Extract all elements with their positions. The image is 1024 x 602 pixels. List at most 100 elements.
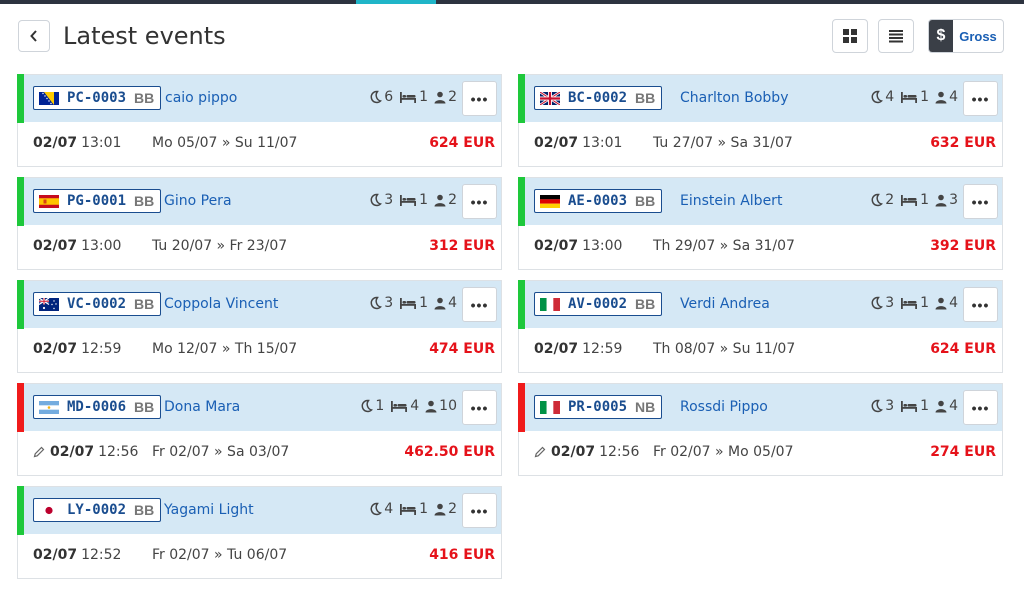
board-type: BB [134,90,155,106]
moon-icon [870,296,884,310]
event-time: 12:59 [582,341,623,357]
board-type: BB [635,193,656,209]
guest-name-link[interactable]: Yagami Light [164,502,254,518]
more-options-button[interactable]: ••• [462,493,497,528]
booking-code-badge[interactable]: MD-0006 BB [33,395,162,419]
more-options-button[interactable]: ••• [963,390,998,425]
guest-name-link[interactable]: Charlton Bobby [680,90,788,106]
moon-icon [369,193,383,207]
event-card[interactable]: AE-0003 BB Einstein Albert 2 1 3 ••• 02/… [518,177,1003,270]
event-card-body: 02/07 13:00 Tu 20/07 » Fr 23/07 312 EUR [18,225,501,269]
event-card[interactable]: LY-0002 BB Yagami Light 4 1 2 ••• 02/07 … [17,486,502,579]
event-card[interactable]: PG-0001 BB Gino Pera 3 1 2 ••• 02/07 13:… [17,177,502,270]
guest-name-link[interactable]: caio pippo [165,90,237,106]
booking-code-badge[interactable]: PG-0001 BB [33,189,162,213]
more-options-button[interactable]: ••• [963,81,998,116]
stay-range: Th 08/07 » Su 11/07 [653,341,796,357]
more-options-button[interactable]: ••• [462,184,497,219]
nights-count: 2 [885,192,895,208]
booking-stats: 1 4 10 [360,398,457,414]
board-type: BB [134,193,155,209]
event-date: 02/07 [50,444,95,460]
event-card[interactable]: PC-0003 BB caio pippo 6 1 2 ••• 02/07 13… [17,74,502,167]
event-card[interactable]: AV-0002 BB Verdi Andrea 3 1 4 ••• 02/07 … [518,280,1003,373]
guest-name-link[interactable]: Gino Pera [164,193,232,209]
guest-name-link[interactable]: Rossdi Pippo [680,399,768,415]
moon-icon [870,399,884,413]
booking-code-badge[interactable]: BC-0002 BB [534,86,663,110]
gross-toggle-button[interactable]: $ Gross [928,19,1004,53]
guests-count: 2 [448,192,457,208]
more-options-button[interactable]: ••• [462,287,497,322]
event-timestamp: 02/07 12:56 [33,444,138,460]
booking-code-badge[interactable]: LY-0002 BB [33,498,162,522]
event-time: 12:56 [98,444,139,460]
guests-count: 10 [439,398,457,414]
chevron-left-icon [30,30,37,42]
event-date: 02/07 [33,341,78,357]
guests-count: 3 [949,192,958,208]
booking-code-badge[interactable]: AV-0002 BB [534,292,663,316]
person-icon [434,297,446,310]
booking-price: 632 EUR [930,135,996,151]
booking-price: 312 EUR [429,238,495,254]
event-timestamp: 02/07 13:00 [33,238,121,254]
more-options-button[interactable]: ••• [963,184,998,219]
board-type: BB [635,90,656,106]
nights-count: 4 [384,501,394,517]
dollar-icon: $ [929,20,953,52]
booking-code: AV-0002 [568,296,628,312]
status-stripe [17,280,24,329]
moon-icon [360,399,374,413]
nights-count: 6 [384,89,394,105]
booking-code-badge[interactable]: AE-0003 BB [534,189,663,213]
pencil-icon [33,446,45,458]
event-card[interactable]: VC-0002 BB Coppola Vincent 3 1 4 ••• 02/… [17,280,502,373]
rooms-count: 1 [920,398,930,414]
booking-code: AE-0003 [568,193,628,209]
event-card[interactable]: MD-0006 BB Dona Mara 1 4 10 ••• 02/07 12… [17,383,502,476]
booking-stats: 4 1 2 [369,501,457,517]
guests-count: 4 [949,89,958,105]
spain-flag-icon [39,194,59,208]
japan-flag-icon [39,503,59,517]
list-icon [889,30,903,43]
booking-stats: 3 1 4 [369,295,457,311]
bosnia-flag-icon [39,91,59,105]
booking-price: 392 EUR [930,238,996,254]
board-type: NB [635,399,656,415]
nights-count: 3 [384,295,394,311]
bed-icon [399,297,417,310]
guest-name-link[interactable]: Verdi Andrea [680,296,770,312]
person-icon [935,400,947,413]
event-card-header: BC-0002 BB Charlton Bobby 4 1 4 ••• [525,75,1002,122]
guest-name-link[interactable]: Coppola Vincent [164,296,278,312]
event-card[interactable]: BC-0002 BB Charlton Bobby 4 1 4 ••• 02/0… [518,74,1003,167]
stay-range: Fr 02/07 » Mo 05/07 [653,444,794,460]
status-stripe [17,486,24,535]
stay-range: Fr 02/07 » Sa 03/07 [152,444,290,460]
booking-code-badge[interactable]: PR-0005 NB [534,395,663,419]
back-button[interactable] [18,20,50,52]
booking-code-badge[interactable]: PC-0003 BB [33,86,162,110]
booking-code: BC-0002 [568,90,628,106]
booking-code-badge[interactable]: VC-0002 BB [33,292,162,316]
nights-count: 3 [885,398,895,414]
more-options-button[interactable]: ••• [462,81,497,116]
more-options-button[interactable]: ••• [462,390,497,425]
more-options-button[interactable]: ••• [963,287,998,322]
event-time: 13:01 [582,135,623,151]
booking-stats: 2 1 3 [870,192,958,208]
grid-view-button[interactable] [832,19,868,53]
person-icon [434,91,446,104]
event-timestamp: 02/07 13:01 [534,135,622,151]
event-card[interactable]: PR-0005 NB Rossdi Pippo 3 1 4 ••• 02/07 … [518,383,1003,476]
booking-stats: 3 1 4 [870,398,958,414]
guests-count: 2 [448,89,457,105]
list-view-button[interactable] [878,19,914,53]
guest-name-link[interactable]: Dona Mara [164,399,240,415]
guest-name-link[interactable]: Einstein Albert [680,193,782,209]
pencil-icon [534,446,546,458]
rooms-count: 4 [410,398,420,414]
nights-count: 3 [384,192,394,208]
